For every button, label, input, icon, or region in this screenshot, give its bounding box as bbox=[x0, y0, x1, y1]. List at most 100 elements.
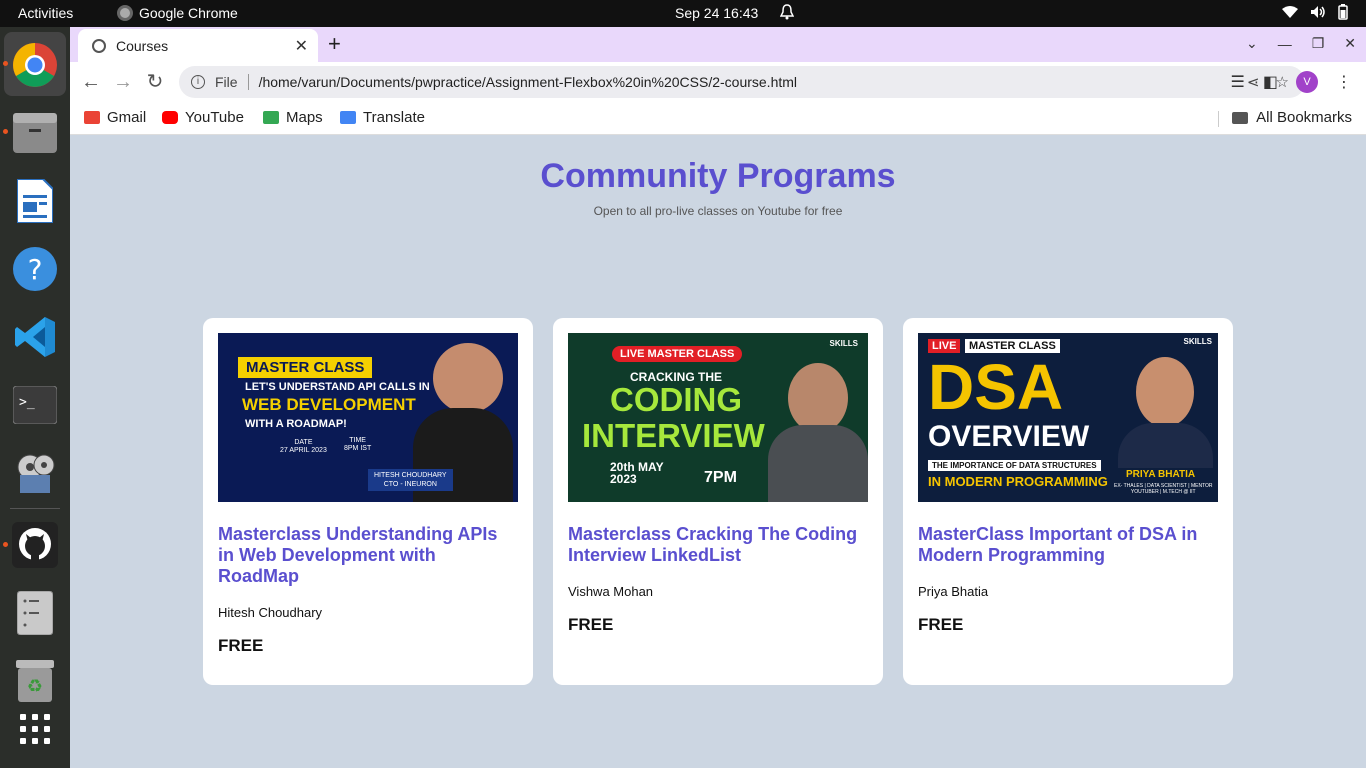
thumb-headline: DSA bbox=[928, 351, 1064, 423]
course-title[interactable]: MasterClass Important of DSA in Modern P… bbox=[918, 524, 1218, 566]
page-viewport: Community Programs Open to all pro-live … bbox=[70, 135, 1366, 768]
thumb-brand: SKILLS bbox=[829, 339, 858, 348]
terminal-icon: >_ bbox=[13, 386, 57, 424]
thumb-headline: CODING bbox=[610, 381, 742, 418]
course-card[interactable]: LIVE MASTER CLASS SKILLS DSA OVERVIEW TH… bbox=[903, 318, 1233, 685]
bookmark-label: Maps bbox=[286, 109, 323, 126]
course-author: Vishwa Mohan bbox=[568, 584, 654, 599]
dock-writer[interactable] bbox=[11, 177, 59, 225]
bookmarks-bar: Gmail YouTube Maps Translate All Bookmar… bbox=[70, 102, 1366, 135]
dock-help[interactable]: ? bbox=[11, 245, 59, 293]
running-indicator bbox=[3, 61, 8, 66]
course-title[interactable]: Masterclass Cracking The Coding Intervie… bbox=[568, 524, 868, 566]
dock-video[interactable] bbox=[11, 449, 59, 497]
thumb-time: TIME 8PM IST bbox=[344, 437, 372, 452]
tab-courses[interactable]: Courses ✕ bbox=[78, 29, 318, 62]
thumb-headline: INTERVIEW bbox=[582, 417, 765, 454]
side-panel-icon[interactable]: ◧ bbox=[1263, 72, 1278, 92]
course-author: Priya Bhatia bbox=[918, 584, 989, 599]
browser-toolbar: ← → ↻ i File /home/varun/Documents/pwpra… bbox=[70, 62, 1366, 102]
site-info-icon[interactable]: i bbox=[191, 75, 205, 89]
course-thumbnail[interactable]: LIVE MASTER CLASS SKILLS CRACKING THE CO… bbox=[568, 333, 868, 502]
dock-disk[interactable] bbox=[11, 589, 59, 637]
bookmark-maps[interactable]: Maps bbox=[263, 109, 323, 126]
course-card[interactable]: LIVE MASTER CLASS SKILLS CRACKING THE CO… bbox=[553, 318, 883, 685]
maps-icon bbox=[263, 111, 279, 124]
restore-button[interactable]: ❐ bbox=[1312, 35, 1325, 52]
thumb-line: THE IMPORTANCE OF DATA STRUCTURES bbox=[928, 460, 1101, 471]
thumb-headline: WEB DEVELOPMENT bbox=[242, 395, 416, 414]
thumb-brand: SKILLS bbox=[1183, 337, 1212, 346]
activities-button[interactable]: Activities bbox=[18, 5, 73, 21]
dock-trash[interactable]: ♻ bbox=[11, 657, 59, 705]
chrome-window: Courses ✕ + ⌄ — ❐ ✕ ← → ↻ i File /home/v… bbox=[70, 27, 1366, 768]
dock-github[interactable] bbox=[11, 521, 59, 569]
course-cards: MASTER CLASS LET'S UNDERSTAND API CALLS … bbox=[203, 318, 1233, 685]
back-button[interactable]: ← bbox=[80, 71, 102, 93]
all-bookmarks-label: All Bookmarks bbox=[1256, 109, 1352, 126]
thumb-instructor: HITESH CHOUDHARY CTO - INEURON bbox=[368, 469, 453, 491]
course-card[interactable]: MASTER CLASS LET'S UNDERSTAND API CALLS … bbox=[203, 318, 533, 685]
url-scheme-label: File bbox=[215, 74, 238, 90]
system-top-bar: Activities Google Chrome Sep 24 16:43 bbox=[0, 0, 1366, 27]
bookmark-youtube[interactable]: YouTube bbox=[162, 109, 244, 126]
course-thumbnail[interactable]: MASTER CLASS LET'S UNDERSTAND API CALLS … bbox=[218, 333, 518, 502]
dock-show-apps[interactable] bbox=[11, 705, 59, 753]
thumb-badge: MASTER CLASS bbox=[238, 357, 373, 378]
menu-kebab-icon[interactable]: ⋮ bbox=[1336, 72, 1352, 92]
course-price: FREE bbox=[218, 636, 264, 655]
bookmark-translate[interactable]: Translate bbox=[340, 109, 425, 126]
tab-title: Courses bbox=[116, 37, 169, 54]
address-bar[interactable]: i File /home/varun/Documents/pwpractice/… bbox=[179, 66, 1305, 98]
clock[interactable]: Sep 24 16:43 bbox=[675, 5, 758, 21]
profile-avatar[interactable]: V bbox=[1296, 71, 1318, 93]
course-thumbnail[interactable]: LIVE MASTER CLASS SKILLS DSA OVERVIEW TH… bbox=[918, 333, 1218, 502]
bookmark-label: Translate bbox=[363, 109, 425, 126]
omnibox-divider bbox=[247, 74, 249, 90]
course-price: FREE bbox=[568, 615, 614, 634]
course-title[interactable]: Masterclass Understanding APIs in Web De… bbox=[218, 524, 518, 587]
reading-list-icon[interactable]: ☰ bbox=[1231, 72, 1245, 92]
minimize-button[interactable]: — bbox=[1278, 36, 1292, 52]
reload-button[interactable]: ↻ bbox=[144, 71, 166, 93]
bookmark-gmail[interactable]: Gmail bbox=[84, 109, 146, 126]
help-icon: ? bbox=[13, 247, 57, 291]
apps-grid-icon bbox=[20, 714, 50, 744]
chrome-icon bbox=[13, 43, 57, 87]
tab-strip: Courses ✕ + ⌄ — ❐ ✕ bbox=[70, 27, 1366, 62]
thumb-instructor: PRIYA BHATIA bbox=[1126, 469, 1196, 480]
dock: ? >_ ♻ bbox=[0, 27, 70, 768]
thumb-date: DATE 27 APRIL 2023 bbox=[280, 439, 327, 454]
running-indicator bbox=[3, 542, 8, 547]
globe-icon bbox=[92, 38, 106, 53]
dock-files[interactable] bbox=[11, 109, 59, 157]
thumb-time: 7PM bbox=[704, 469, 737, 486]
wifi-icon bbox=[1282, 6, 1298, 18]
thumb-badge: LIVE MASTER CLASS bbox=[612, 346, 743, 362]
url-text[interactable]: /home/varun/Documents/pwpractice/Assignm… bbox=[259, 74, 1247, 90]
folder-icon bbox=[1232, 111, 1249, 124]
new-tab-button[interactable]: + bbox=[328, 32, 341, 56]
all-bookmarks-button[interactable]: All Bookmarks bbox=[1218, 109, 1352, 127]
page-title: Community Programs bbox=[540, 157, 896, 195]
running-indicator bbox=[3, 129, 8, 134]
app-menu[interactable]: Google Chrome bbox=[117, 5, 238, 21]
instructor-photo bbox=[788, 363, 848, 433]
instructor-photo bbox=[433, 343, 503, 413]
system-tray[interactable] bbox=[1282, 4, 1348, 20]
bookmarks-divider bbox=[1218, 111, 1220, 127]
app-name: Google Chrome bbox=[139, 5, 238, 21]
thumb-instructor-desc: EX- THALES | DATA SCIENTIST | MENTOR YOU… bbox=[1114, 483, 1213, 495]
instructor-photo bbox=[1136, 357, 1194, 427]
writer-icon bbox=[17, 179, 53, 223]
notification-bell-icon bbox=[780, 4, 794, 20]
dock-terminal[interactable]: >_ bbox=[11, 381, 59, 429]
tab-search-icon[interactable]: ⌄ bbox=[1246, 35, 1258, 52]
close-tab-icon[interactable]: ✕ bbox=[295, 36, 308, 56]
dock-chrome[interactable] bbox=[11, 41, 59, 89]
svg-text:♻: ♻ bbox=[27, 676, 43, 697]
dock-vscode[interactable] bbox=[11, 313, 59, 361]
close-window-button[interactable]: ✕ bbox=[1344, 35, 1356, 52]
video-icon bbox=[17, 454, 55, 493]
forward-button[interactable]: → bbox=[112, 71, 134, 93]
